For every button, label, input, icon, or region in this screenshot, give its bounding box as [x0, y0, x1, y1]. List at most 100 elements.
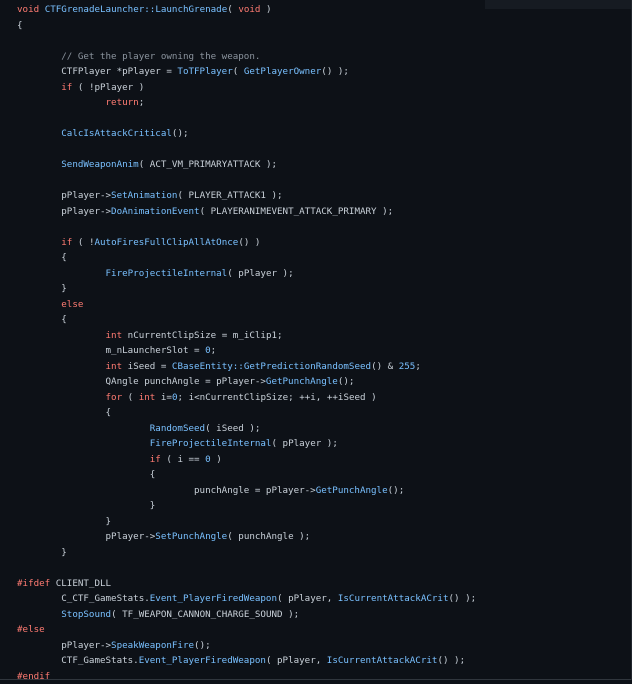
code-token: punchAngle = pPlayer->: [17, 485, 316, 496]
code-token: CalcIsAttackCritical: [61, 128, 172, 139]
code-token: if: [61, 82, 72, 93]
code-token: SpeakWeaponFire: [111, 640, 194, 651]
code-token: () );: [449, 593, 477, 604]
code-line: [17, 33, 476, 49]
code-token: CTFPlayer *pPlayer =: [17, 66, 177, 77]
code-line: #ifdef CLIENT_DLL: [17, 576, 476, 592]
code-line: }: [17, 281, 476, 297]
code-line: [17, 173, 476, 189]
code-token: ; i<nCurrentClipSize; ++i, ++iSeed ): [178, 392, 377, 403]
code-token: [17, 159, 61, 170]
code-token: CTFGrenadeLauncher::LaunchGrenade: [45, 4, 228, 15]
code-line: return;: [17, 95, 476, 111]
code-line: pPlayer->DoAnimationEvent( PLAYERANIMEVE…: [17, 204, 476, 220]
code-token: ( TF_WEAPON_CANNON_CHARGE_SOUND );: [111, 609, 299, 620]
code-token: ( i ==: [161, 454, 205, 465]
code-token: ;: [211, 345, 217, 356]
code-line: if ( i == 0 ): [17, 452, 476, 468]
code-token: RandomSeed: [150, 423, 205, 434]
code-line: CalcIsAttackCritical();: [17, 126, 476, 142]
code-token: [17, 128, 61, 139]
code-token: pPlayer->: [17, 640, 111, 651]
code-line: [17, 111, 476, 127]
code-token: CBaseEntity::GetPredictionRandomSeed: [172, 361, 371, 372]
code-token: ): [260, 4, 271, 15]
code-line: {: [17, 467, 476, 483]
code-token: if: [61, 237, 72, 248]
code-token: m_nLauncherSlot =: [17, 345, 205, 356]
code-token: SetAnimation: [111, 190, 177, 201]
code-token: #ifdef: [17, 578, 50, 589]
code-token: (: [233, 66, 244, 77]
code-line: C_CTF_GameStats.Event_PlayerFiredWeapon(…: [17, 591, 476, 607]
code-token: ( pPlayer,: [266, 655, 327, 666]
code-token: SetPunchAngle: [155, 531, 227, 542]
code-token: QAngle punchAngle = pPlayer->: [17, 376, 266, 387]
code-token: AutoFiresFullClipAllAtOnce: [94, 237, 238, 248]
code-token: DoAnimationEvent: [111, 206, 200, 217]
code-token: ToTFPlayer: [177, 66, 232, 77]
code-token: ();: [338, 376, 355, 387]
code-token: [17, 392, 106, 403]
code-line: for ( int i=0; i<nCurrentClipSize; ++i, …: [17, 390, 476, 406]
code-token: () ): [238, 237, 260, 248]
code-token: {: [17, 469, 155, 480]
code-token: SendWeaponAnim: [61, 159, 138, 170]
code-line: CTF_GameStats.Event_PlayerFiredWeapon( p…: [17, 653, 476, 669]
code-token: [17, 51, 61, 62]
code-token: IsCurrentAttackACrit: [338, 593, 449, 604]
code-token: [17, 268, 106, 279]
code-token: ();: [388, 485, 405, 496]
code-token: ();: [172, 128, 189, 139]
code-token: [17, 82, 61, 93]
code-token: IsCurrentAttackACrit: [327, 655, 438, 666]
code-token: ): [211, 454, 222, 465]
scrollbar-track[interactable]: [485, 0, 631, 9]
code-line: // Get the player owning the weapon.: [17, 49, 476, 65]
code-token: if: [150, 454, 161, 465]
source-code-block: void CTFGrenadeLauncher::LaunchGrenade( …: [17, 2, 476, 684]
code-token: () );: [321, 66, 349, 77]
code-token: ( PLAYER_ATTACK1 );: [177, 190, 282, 201]
code-line: {: [17, 18, 476, 34]
code-line: SendWeaponAnim( ACT_VM_PRIMARYATTACK );: [17, 157, 476, 173]
code-token: else: [61, 299, 83, 310]
code-token: pPlayer->: [17, 531, 155, 542]
code-token: [17, 299, 61, 310]
code-token: ( iSeed );: [205, 423, 260, 434]
code-token: ( pPlayer,: [277, 593, 338, 604]
code-token: ( ACT_VM_PRIMARYATTACK );: [139, 159, 277, 170]
code-token: }: [17, 516, 111, 527]
code-token: [17, 609, 61, 620]
code-token: pPlayer->: [17, 206, 111, 217]
code-line: QAngle punchAngle = pPlayer->GetPunchAng…: [17, 374, 476, 390]
code-token: ( !: [72, 237, 94, 248]
code-token: CTF_GameStats.: [17, 655, 139, 666]
code-token: ( PLAYERANIMEVENT_ATTACK_PRIMARY );: [200, 206, 394, 217]
code-token: [17, 423, 150, 434]
code-line: {: [17, 405, 476, 421]
code-line: CTFPlayer *pPlayer = ToTFPlayer( GetPlay…: [17, 64, 476, 80]
code-line: FireProjectileInternal( pPlayer );: [17, 266, 476, 282]
code-token: {: [17, 407, 111, 418]
code-token: pPlayer->: [17, 190, 111, 201]
code-token: // Get the player owning the weapon.: [61, 51, 260, 62]
code-token: () );: [437, 655, 465, 666]
code-token: [17, 438, 150, 449]
code-line: FireProjectileInternal( pPlayer );: [17, 436, 476, 452]
code-token: void: [17, 4, 39, 15]
code-token: for: [106, 392, 123, 403]
code-token: }: [17, 283, 67, 294]
code-token: ();: [194, 640, 211, 651]
code-token: () &: [371, 361, 399, 372]
code-line: #else: [17, 622, 476, 638]
code-line: #endif: [17, 669, 476, 684]
code-line: }: [17, 514, 476, 530]
code-line: [17, 219, 476, 235]
code-token: #else: [17, 624, 45, 635]
code-line: [17, 560, 476, 576]
code-line: StopSound( TF_WEAPON_CANNON_CHARGE_SOUND…: [17, 607, 476, 623]
code-token: int: [106, 361, 123, 372]
code-line: else: [17, 297, 476, 313]
code-line: m_nLauncherSlot = 0;: [17, 343, 476, 359]
